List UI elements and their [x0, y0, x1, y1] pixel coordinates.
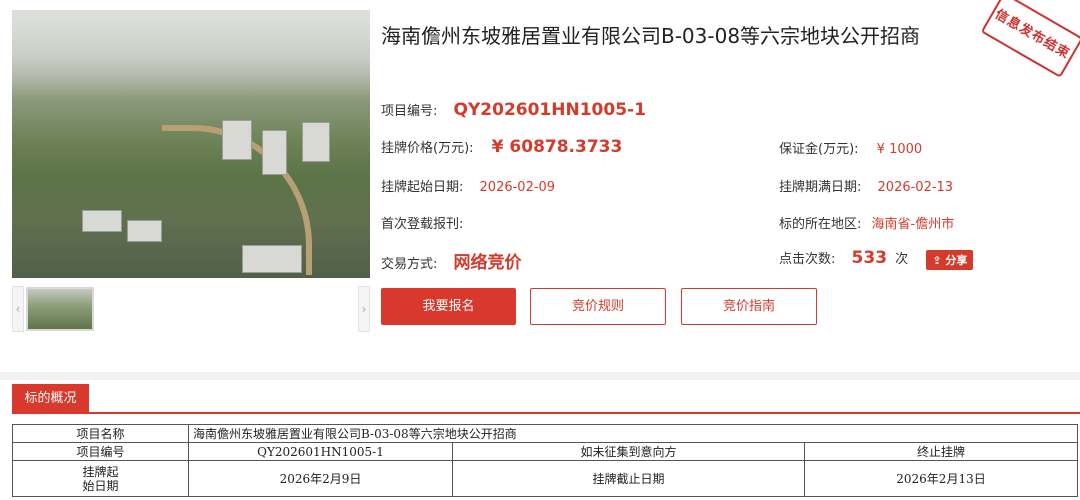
table-cell: 如未征集到意向方: [452, 442, 805, 461]
status-stamp: 信息发布结束: [980, 0, 1080, 78]
table-cell: 挂牌起 始日期: [12, 460, 189, 497]
start-date-label: 挂牌起始日期:: [381, 180, 464, 195]
table-row: 挂牌起 始日期 2026年2月9日 挂牌截止日期 2026年2月13日: [12, 460, 1078, 497]
end-date-label: 挂牌期满日期:: [779, 180, 862, 195]
start-date-value: 2026-02-09: [479, 180, 556, 195]
bid-guide-button[interactable]: 竞价指南: [681, 288, 817, 325]
overview-table: 项目名称 海南儋州东坡雅居置业有限公司B-03-08等六宗地块公开招商 项目编号…: [12, 424, 1078, 497]
clicks-row: 点击次数: 533 次 ⇪ 分享: [779, 248, 974, 270]
page-title: 海南儋州东坡雅居置业有限公司B-03-08等六宗地块公开招商: [381, 24, 921, 48]
listing-header: ‹ › 海南儋州东坡雅居置业有限公司B-03-08等六宗地块公开招商 信息发布结…: [0, 0, 1080, 372]
table-cell: 终止挂牌: [804, 442, 1078, 461]
price-value: ¥ 60878.3733: [491, 137, 623, 157]
project-no-value: QY202601HN1005-1: [453, 100, 646, 120]
method-value: 网络竞价: [453, 253, 522, 273]
publish-row: 首次登载报刊:: [381, 213, 463, 232]
project-no-row: 项目编号: QY202601HN1005-1: [381, 100, 646, 120]
share-button[interactable]: ⇪ 分享: [926, 249, 974, 270]
clicks-label: 点击次数:: [779, 252, 836, 267]
table-row: 项目名称 海南儋州东坡雅居置业有限公司B-03-08等六宗地块公开招商: [12, 424, 1078, 443]
clicks-value: 533: [851, 248, 888, 268]
start-date-row: 挂牌起始日期: 2026-02-09: [381, 176, 555, 195]
cell-line: 挂牌起: [82, 464, 119, 479]
share-label: 分享: [945, 253, 968, 267]
publish-label: 首次登载报刊:: [381, 217, 464, 232]
cell-line: 始日期: [82, 478, 119, 493]
section-tabbar: 标的概况: [12, 384, 1080, 414]
table-row: 项目编号 QY202601HN1005-1 如未征集到意向方 终止挂牌: [12, 442, 1078, 461]
table-cell: QY202601HN1005-1: [188, 442, 453, 461]
project-no-label: 项目编号:: [381, 104, 438, 119]
price-label: 挂牌价格(万元):: [381, 141, 474, 156]
table-cell: 2026年2月9日: [188, 460, 453, 497]
region-row: 标的所在地区: 海南省-儋州市: [779, 213, 954, 232]
thumbnail-image[interactable]: [26, 287, 94, 331]
deposit-value: ¥ 1000: [876, 142, 923, 157]
bid-rules-button[interactable]: 竞价规则: [530, 288, 666, 325]
table-cell: 项目编号: [12, 442, 189, 461]
register-button[interactable]: 我要报名: [381, 288, 516, 325]
price-row: 挂牌价格(万元): ¥ 60878.3733: [381, 137, 622, 157]
next-thumbnail-button[interactable]: ›: [358, 286, 370, 332]
table-cell: 项目名称: [12, 424, 189, 443]
deposit-label: 保证金(万元):: [779, 142, 859, 157]
deposit-row: 保证金(万元): ¥ 1000: [779, 138, 922, 157]
prev-thumbnail-button[interactable]: ‹: [12, 286, 24, 332]
end-date-value: 2026-02-13: [877, 180, 954, 195]
thumbnail-strip: ‹ ›: [12, 286, 370, 332]
region-label: 标的所在地区:: [779, 217, 862, 232]
table-cell: 挂牌截止日期: [452, 460, 805, 497]
overview-section: 标的概况 项目名称 海南儋州东坡雅居置业有限公司B-03-08等六宗地块公开招商…: [0, 380, 1080, 500]
share-icon: ⇪: [932, 253, 946, 267]
method-label: 交易方式:: [381, 257, 438, 272]
tab-overview[interactable]: 标的概况: [12, 384, 89, 414]
method-row: 交易方式: 网络竞价: [381, 248, 522, 273]
end-date-row: 挂牌期满日期: 2026-02-13: [779, 176, 953, 195]
main-photo[interactable]: [12, 10, 370, 278]
clicks-unit: 次: [895, 252, 909, 267]
region-value: 海南省-儋州市: [871, 217, 955, 232]
table-cell: 2026年2月13日: [804, 460, 1078, 497]
table-cell: 海南儋州东坡雅居置业有限公司B-03-08等六宗地块公开招商: [188, 424, 1078, 443]
